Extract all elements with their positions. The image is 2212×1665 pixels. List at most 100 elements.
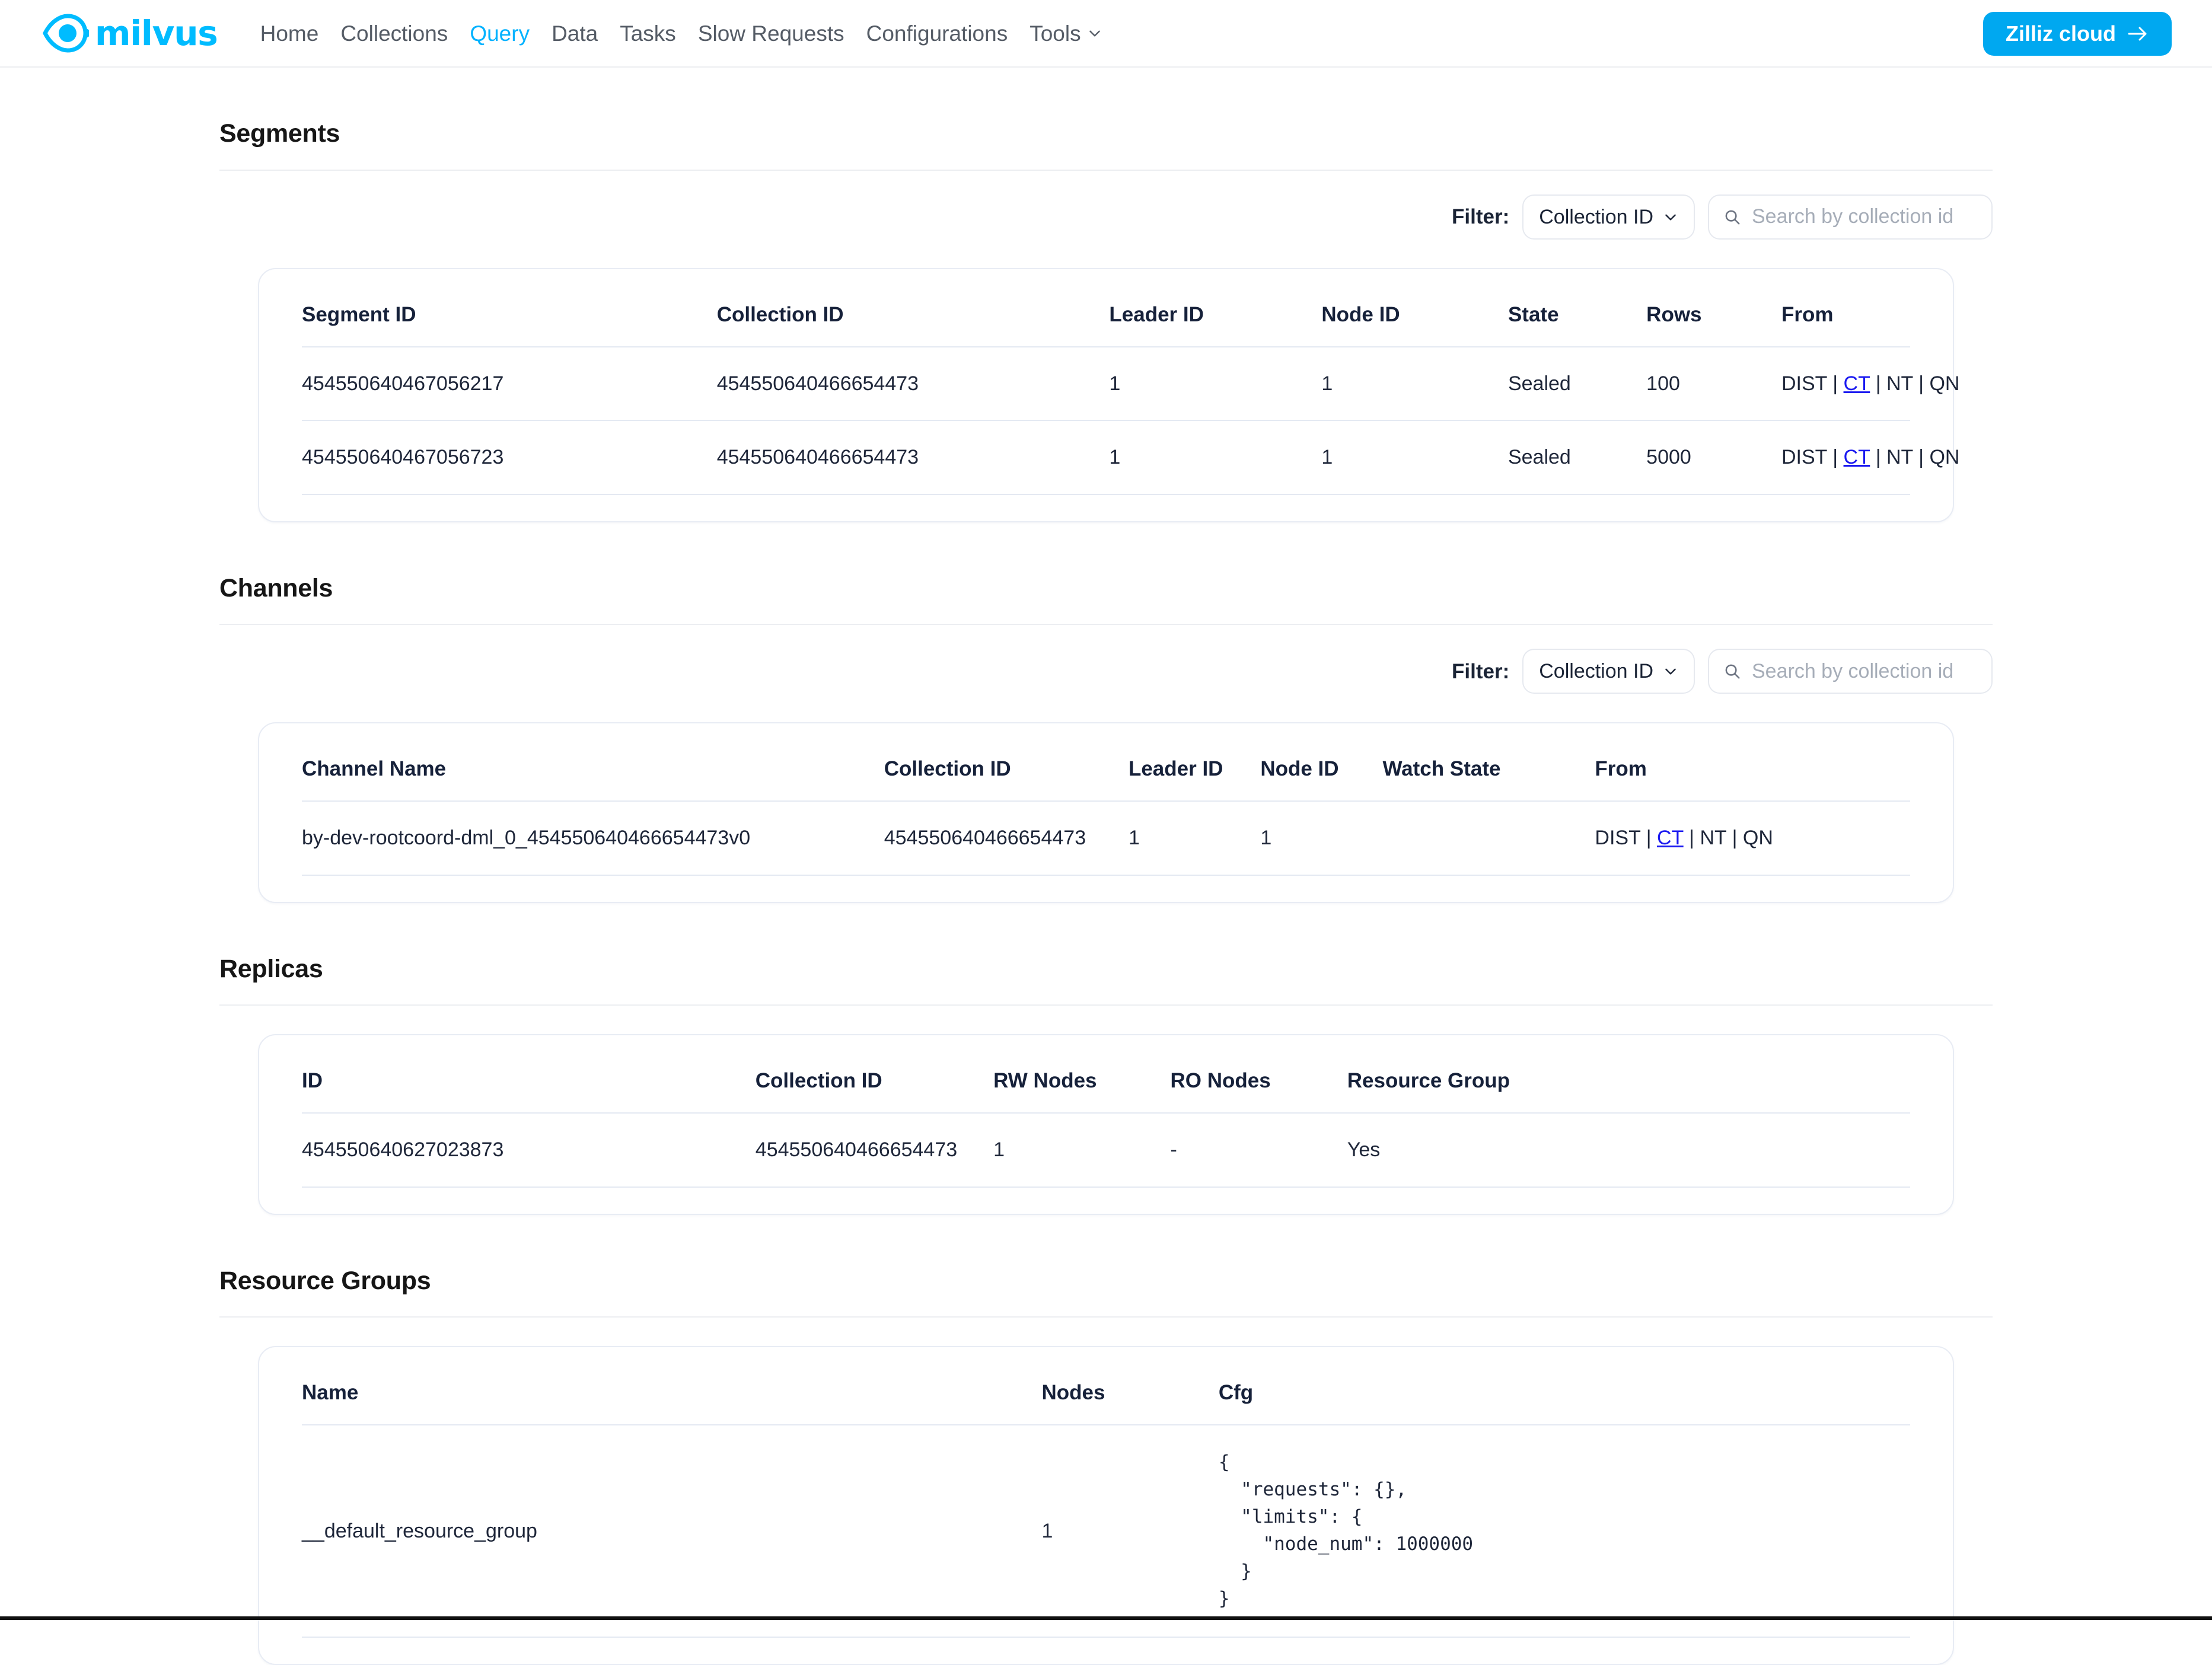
segments-filter-row: Filter: Collection ID	[219, 171, 1993, 240]
channels-filter-label: Filter:	[1452, 661, 1509, 682]
resource-groups-table: Name Nodes Cfg __default_resource_group …	[302, 1347, 1910, 1637]
column-header-state: State	[1508, 269, 1646, 347]
from-nt: NT	[1886, 446, 1913, 468]
column-header-leader-id: Leader ID	[1129, 723, 1260, 801]
segments-filter-select-value: Collection ID	[1539, 207, 1653, 227]
cell-cfg: { "requests": {}, "limits": { "node_num"…	[1219, 1425, 1910, 1637]
column-header-leader-id: Leader ID	[1109, 269, 1321, 347]
zilliz-cloud-button[interactable]: Zilliz cloud	[1983, 12, 2172, 56]
arrow-right-icon	[2127, 25, 2149, 43]
cell-resource-group: Yes	[1347, 1113, 1910, 1187]
segments-filter-label: Filter:	[1452, 206, 1509, 227]
nav-item-collections[interactable]: Collections	[340, 23, 448, 44]
nav-item-tools[interactable]: Tools	[1029, 23, 1102, 44]
channels-search-box[interactable]	[1708, 649, 1993, 694]
column-header-cfg: Cfg	[1219, 1347, 1910, 1425]
replicas-title: Replicas	[219, 954, 1993, 985]
brand-logo[interactable]: milvus	[43, 13, 218, 53]
chevron-down-icon	[1663, 664, 1678, 679]
from-ct-link[interactable]: CT	[1844, 446, 1870, 468]
cfg-json-block: { "requests": {}, "limits": { "node_num"…	[1219, 1449, 1910, 1612]
column-header-collection-id: Collection ID	[884, 723, 1129, 801]
channels-table-card: Channel Name Collection ID Leader ID Nod…	[258, 722, 1954, 903]
channels-search-input[interactable]	[1752, 660, 1977, 683]
replicas-table-card: ID Collection ID RW Nodes RO Nodes Resou…	[258, 1034, 1954, 1215]
from-qn: QN	[1743, 827, 1773, 849]
cell-watch-state	[1382, 801, 1595, 875]
cell-node-id: 1	[1321, 420, 1508, 495]
table-row[interactable]: 454550640627023873 454550640466654473 1 …	[302, 1113, 1910, 1187]
column-header-collection-id: Collection ID	[756, 1035, 993, 1113]
table-row[interactable]: by-dev-rootcoord-dml_0_45455064046665447…	[302, 801, 1910, 875]
replicas-section: Replicas ID Collection ID RW Nodes RO No…	[0, 903, 2212, 1215]
nav-item-data[interactable]: Data	[552, 23, 598, 44]
window-bottom-edge	[0, 1616, 2212, 1620]
from-dist: DIST	[1781, 372, 1827, 395]
resource-groups-section: Resource Groups Name Nodes Cfg __default…	[0, 1215, 2212, 1665]
cell-collection-id: 454550640466654473	[717, 347, 1110, 421]
segments-search-input[interactable]	[1752, 205, 1977, 228]
channels-section: Channels Filter: Collection ID	[0, 522, 2212, 903]
channels-filter-row: Filter: Collection ID	[219, 625, 1993, 694]
cell-node-id: 1	[1321, 347, 1508, 421]
table-header-row: Channel Name Collection ID Leader ID Nod…	[302, 723, 1910, 801]
column-header-node-id: Node ID	[1321, 269, 1508, 347]
column-header-watch-state: Watch State	[1382, 723, 1595, 801]
from-ct-link[interactable]: CT	[1844, 372, 1870, 395]
segments-header: Segments	[219, 68, 1993, 171]
segments-search-box[interactable]	[1708, 194, 1993, 240]
from-dist: DIST	[1781, 446, 1827, 468]
from-dist: DIST	[1595, 827, 1640, 849]
zilliz-cloud-label: Zilliz cloud	[2006, 21, 2116, 46]
cell-segment-id: 454550640467056217	[302, 347, 717, 421]
chevron-down-icon	[1663, 209, 1678, 225]
cell-leader-id: 1	[1109, 420, 1321, 495]
column-header-name: Name	[302, 1347, 1042, 1425]
table-header-row: Segment ID Collection ID Leader ID Node …	[302, 269, 1910, 347]
segments-section: Segments Filter: Collection ID	[0, 68, 2212, 522]
card-bottom-padding	[302, 876, 1910, 902]
cell-node-id: 1	[1260, 801, 1382, 875]
from-qn: QN	[1929, 446, 1959, 468]
cell-state: Sealed	[1508, 347, 1646, 421]
nav-item-configurations[interactable]: Configurations	[866, 23, 1008, 44]
nav-item-home[interactable]: Home	[260, 23, 319, 44]
cell-from: DIST | CT | NT | QN	[1595, 801, 1910, 875]
resource-groups-title: Resource Groups	[219, 1266, 1993, 1297]
column-header-id: ID	[302, 1035, 756, 1113]
column-header-resource-group: Resource Group	[1347, 1035, 1910, 1113]
cell-collection-id: 454550640466654473	[717, 420, 1110, 495]
segments-filter-select[interactable]: Collection ID	[1522, 194, 1695, 240]
cell-collection-id: 454550640466654473	[756, 1113, 993, 1187]
chevron-down-icon	[1087, 25, 1102, 41]
nav-item-slow-requests[interactable]: Slow Requests	[698, 23, 844, 44]
from-ct-link[interactable]: CT	[1657, 827, 1684, 849]
card-bottom-padding	[302, 1638, 1910, 1664]
channels-filter-select[interactable]: Collection ID	[1522, 649, 1695, 694]
table-row[interactable]: 454550640467056723 454550640466654473 1 …	[302, 420, 1910, 495]
divider	[219, 1316, 1993, 1318]
top-navigation-bar: milvus Home Collections Query Data Tasks…	[0, 0, 2212, 68]
column-header-collection-id: Collection ID	[717, 269, 1110, 347]
table-row[interactable]: 454550640467056217 454550640466654473 1 …	[302, 347, 1910, 421]
cell-nodes: 1	[1042, 1425, 1219, 1637]
divider	[219, 1004, 1993, 1006]
cell-ro-nodes: -	[1170, 1113, 1347, 1187]
brand-wordmark: milvus	[95, 16, 218, 50]
table-header-row: Name Nodes Cfg	[302, 1347, 1910, 1425]
cell-name: __default_resource_group	[302, 1425, 1042, 1637]
nav-item-query[interactable]: Query	[470, 23, 530, 44]
nav-item-tools-label: Tools	[1029, 23, 1080, 44]
cell-from: DIST | CT | NT | QN	[1781, 420, 1910, 495]
segments-table: Segment ID Collection ID Leader ID Node …	[302, 269, 1910, 495]
cell-segment-id: 454550640467056723	[302, 420, 717, 495]
from-qn: QN	[1929, 372, 1959, 395]
table-header-row: ID Collection ID RW Nodes RO Nodes Resou…	[302, 1035, 1910, 1113]
column-header-channel-name: Channel Name	[302, 723, 884, 801]
column-header-segment-id: Segment ID	[302, 269, 717, 347]
channels-filter-select-value: Collection ID	[1539, 661, 1653, 681]
cell-from: DIST | CT | NT | QN	[1781, 347, 1910, 421]
main-nav: Home Collections Query Data Tasks Slow R…	[260, 23, 1102, 44]
nav-item-tasks[interactable]: Tasks	[620, 23, 676, 44]
table-row[interactable]: __default_resource_group 1 { "requests":…	[302, 1425, 1910, 1637]
